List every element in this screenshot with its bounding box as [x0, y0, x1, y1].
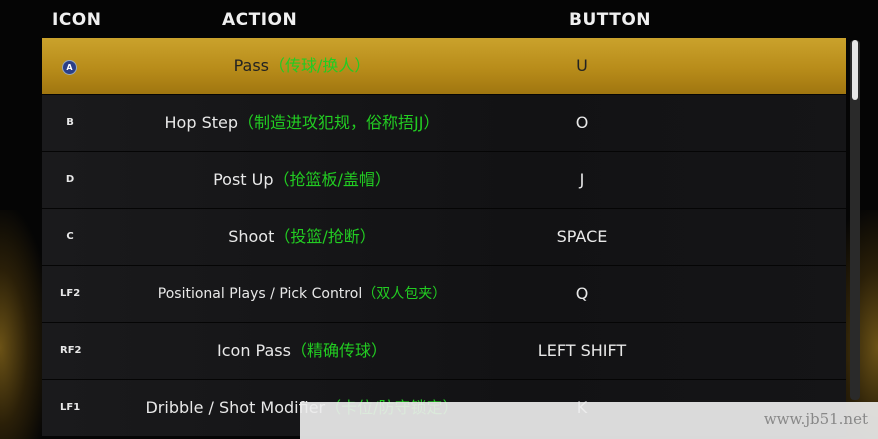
action-translation: （制造进攻犯规，俗称捂JJ） [238, 113, 440, 132]
control-row[interactable]: LF2 Positional Plays / Pick Control（双人包夹）… [42, 266, 846, 323]
action-translation: （抢篮板/盖帽） [273, 170, 391, 189]
control-row[interactable]: D Post Up（抢篮板/盖帽） J [42, 152, 846, 209]
watermark-text: www.jb51.net [763, 410, 868, 428]
control-row[interactable]: A Pass（传球/换人） U [42, 38, 846, 95]
action-name: Positional Plays / Pick Control [157, 286, 363, 302]
action-translation: （双人包夹） [362, 286, 447, 302]
header-button: BUTTON [569, 10, 652, 30]
action-name: Dribble / Shot Modifier [145, 398, 326, 417]
key-binding: O [575, 113, 589, 132]
key-binding: SPACE [556, 227, 608, 246]
control-row[interactable]: B Hop Step（制造进攻犯规，俗称捂JJ） O [42, 95, 846, 152]
action-translation: （投篮/抢断） [274, 227, 376, 246]
action-name: Post Up [213, 170, 274, 189]
action-name: Shoot [228, 227, 275, 246]
control-row[interactable]: C Shoot（投篮/抢断） SPACE [42, 209, 846, 266]
action-translation: （精确传球） [290, 341, 387, 360]
watermark-overlay: www.jb51.net [300, 402, 878, 439]
action-name: Pass [233, 56, 269, 75]
control-row[interactable]: RF2 Icon Pass（精确传球） LEFT SHIFT [42, 323, 846, 380]
action-name: Icon Pass [217, 341, 291, 360]
action-translation: （传球/换人） [269, 56, 371, 75]
scrollbar-thumb[interactable] [852, 40, 858, 100]
key-binding: Q [575, 284, 589, 303]
key-binding: U [576, 56, 588, 75]
key-binding: J [579, 170, 585, 189]
controls-list: A Pass（传球/换人） U B Hop Step（制造进攻犯规，俗称捂JJ） O D Po… [42, 38, 846, 437]
action-name: Hop Step [164, 113, 239, 132]
header-action: ACTION [222, 10, 298, 30]
key-binding: LEFT SHIFT [537, 341, 627, 360]
header-icon: ICON [52, 10, 102, 30]
